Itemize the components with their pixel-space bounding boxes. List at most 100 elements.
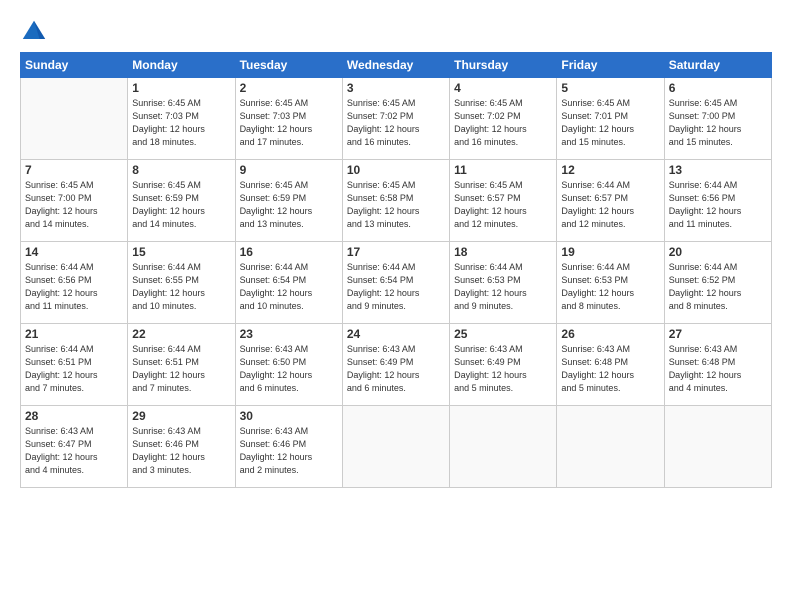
day-number: 26 [561,327,659,341]
day-number: 10 [347,163,445,177]
calendar-cell: 29 Sunrise: 6:43 AMSunset: 6:46 PMDayligh… [128,406,235,488]
day-number: 11 [454,163,552,177]
calendar-cell: 17 Sunrise: 6:44 AMSunset: 6:54 PMDayligh… [342,242,449,324]
day-number: 7 [25,163,123,177]
day-number: 17 [347,245,445,259]
calendar-cell: 18 Sunrise: 6:44 AMSunset: 6:53 PMDayligh… [450,242,557,324]
day-number: 13 [669,163,767,177]
calendar-cell [450,406,557,488]
day-info: Sunrise: 6:44 AMSunset: 6:57 PMDaylight:… [561,179,659,231]
day-info: Sunrise: 6:44 AMSunset: 6:55 PMDaylight:… [132,261,230,313]
day-number: 2 [240,81,338,95]
calendar-week-2: 7Sunrise: 6:45 AMSunset: 7:00 PMDaylight… [21,160,772,242]
calendar-cell: 3 Sunrise: 6:45 AMSunset: 7:02 PMDaylight… [342,78,449,160]
day-info: Sunrise: 6:44 AMSunset: 6:56 PMDaylight:… [669,179,767,231]
day-number: 15 [132,245,230,259]
day-number: 1 [132,81,230,95]
day-number: 20 [669,245,767,259]
calendar-cell: 1 Sunrise: 6:45 AMSunset: 7:03 PMDaylight… [128,78,235,160]
calendar-cell: 23Sunrise: 6:43 AMSunset: 6:50 PMDayligh… [235,324,342,406]
page-container: SundayMondayTuesdayWednesdayThursdayFrid… [0,0,792,498]
column-header-thursday: Thursday [450,53,557,78]
day-info: Sunrise: 6:43 AMSunset: 6:48 PMDaylight:… [561,343,659,395]
calendar-cell: 19 Sunrise: 6:44 AMSunset: 6:53 PMDayligh… [557,242,664,324]
day-info: Sunrise: 6:43 AMSunset: 6:48 PMDaylight:… [669,343,767,395]
day-number: 5 [561,81,659,95]
day-info: Sunrise: 6:45 AMSunset: 6:59 PMDaylight:… [240,179,338,231]
column-header-monday: Monday [128,53,235,78]
calendar-cell: 22Sunrise: 6:44 AMSunset: 6:51 PMDayligh… [128,324,235,406]
logo-icon [20,18,48,46]
day-number: 19 [561,245,659,259]
calendar-cell: 15 Sunrise: 6:44 AMSunset: 6:55 PMDayligh… [128,242,235,324]
calendar-cell: 16 Sunrise: 6:44 AMSunset: 6:54 PMDayligh… [235,242,342,324]
calendar-cell: 24 Sunrise: 6:43 AMSunset: 6:49 PMDayligh… [342,324,449,406]
calendar-week-3: 14 Sunrise: 6:44 AMSunset: 6:56 PMDayligh… [21,242,772,324]
day-number: 3 [347,81,445,95]
day-number: 21 [25,327,123,341]
calendar-cell: 28 Sunrise: 6:43 AMSunset: 6:47 PMDayligh… [21,406,128,488]
day-info: Sunrise: 6:45 AMSunset: 6:57 PMDaylight:… [454,179,552,231]
day-number: 25 [454,327,552,341]
column-header-tuesday: Tuesday [235,53,342,78]
day-info: Sunrise: 6:45 AMSunset: 7:03 PMDaylight:… [132,97,230,149]
calendar-week-4: 21 Sunrise: 6:44 AMSunset: 6:51 PMDayligh… [21,324,772,406]
day-number: 27 [669,327,767,341]
day-number: 16 [240,245,338,259]
day-number: 28 [25,409,123,423]
column-header-friday: Friday [557,53,664,78]
day-info: Sunrise: 6:44 AMSunset: 6:53 PMDaylight:… [561,261,659,313]
calendar-cell: 2 Sunrise: 6:45 AMSunset: 7:03 PMDaylight… [235,78,342,160]
day-info: Sunrise: 6:45 AMSunset: 6:58 PMDaylight:… [347,179,445,231]
calendar-cell: 20 Sunrise: 6:44 AMSunset: 6:52 PMDayligh… [664,242,771,324]
day-number: 4 [454,81,552,95]
day-number: 18 [454,245,552,259]
day-number: 22 [132,327,230,341]
calendar-cell: 8 Sunrise: 6:45 AMSunset: 6:59 PMDaylight… [128,160,235,242]
day-info: Sunrise: 6:44 AMSunset: 6:54 PMDaylight:… [240,261,338,313]
day-info: Sunrise: 6:43 AMSunset: 6:46 PMDaylight:… [132,425,230,477]
calendar-cell: 12 Sunrise: 6:44 AMSunset: 6:57 PMDayligh… [557,160,664,242]
header [20,18,772,46]
day-info: Sunrise: 6:44 AMSunset: 6:52 PMDaylight:… [669,261,767,313]
day-info: Sunrise: 6:44 AMSunset: 6:54 PMDaylight:… [347,261,445,313]
day-info: Sunrise: 6:45 AMSunset: 7:03 PMDaylight:… [240,97,338,149]
calendar-cell [21,78,128,160]
day-info: Sunrise: 6:44 AMSunset: 6:51 PMDaylight:… [25,343,123,395]
calendar-cell: 9Sunrise: 6:45 AMSunset: 6:59 PMDaylight… [235,160,342,242]
day-info: Sunrise: 6:43 AMSunset: 6:49 PMDaylight:… [347,343,445,395]
calendar-cell: 10 Sunrise: 6:45 AMSunset: 6:58 PMDayligh… [342,160,449,242]
column-header-sunday: Sunday [21,53,128,78]
day-info: Sunrise: 6:44 AMSunset: 6:53 PMDaylight:… [454,261,552,313]
calendar-cell: 13 Sunrise: 6:44 AMSunset: 6:56 PMDayligh… [664,160,771,242]
calendar-table: SundayMondayTuesdayWednesdayThursdayFrid… [20,52,772,488]
calendar-cell: 21 Sunrise: 6:44 AMSunset: 6:51 PMDayligh… [21,324,128,406]
calendar-cell: 5 Sunrise: 6:45 AMSunset: 7:01 PMDaylight… [557,78,664,160]
day-info: Sunrise: 6:43 AMSunset: 6:47 PMDaylight:… [25,425,123,477]
calendar-cell: 30Sunrise: 6:43 AMSunset: 6:46 PMDayligh… [235,406,342,488]
day-info: Sunrise: 6:45 AMSunset: 7:01 PMDaylight:… [561,97,659,149]
day-info: Sunrise: 6:44 AMSunset: 6:56 PMDaylight:… [25,261,123,313]
calendar-cell: 4 Sunrise: 6:45 AMSunset: 7:02 PMDaylight… [450,78,557,160]
column-header-saturday: Saturday [664,53,771,78]
calendar-cell: 7Sunrise: 6:45 AMSunset: 7:00 PMDaylight… [21,160,128,242]
day-info: Sunrise: 6:45 AMSunset: 6:59 PMDaylight:… [132,179,230,231]
calendar-header-row: SundayMondayTuesdayWednesdayThursdayFrid… [21,53,772,78]
day-info: Sunrise: 6:45 AMSunset: 7:00 PMDaylight:… [669,97,767,149]
day-info: Sunrise: 6:45 AMSunset: 7:02 PMDaylight:… [454,97,552,149]
calendar-week-1: 1 Sunrise: 6:45 AMSunset: 7:03 PMDaylight… [21,78,772,160]
day-number: 8 [132,163,230,177]
day-number: 6 [669,81,767,95]
day-number: 14 [25,245,123,259]
day-info: Sunrise: 6:43 AMSunset: 6:50 PMDaylight:… [240,343,338,395]
calendar-cell [557,406,664,488]
day-info: Sunrise: 6:43 AMSunset: 6:49 PMDaylight:… [454,343,552,395]
column-header-wednesday: Wednesday [342,53,449,78]
day-info: Sunrise: 6:45 AMSunset: 7:02 PMDaylight:… [347,97,445,149]
day-number: 24 [347,327,445,341]
day-number: 29 [132,409,230,423]
calendar-cell [664,406,771,488]
day-number: 12 [561,163,659,177]
calendar-cell: 11 Sunrise: 6:45 AMSunset: 6:57 PMDayligh… [450,160,557,242]
calendar-week-5: 28 Sunrise: 6:43 AMSunset: 6:47 PMDayligh… [21,406,772,488]
